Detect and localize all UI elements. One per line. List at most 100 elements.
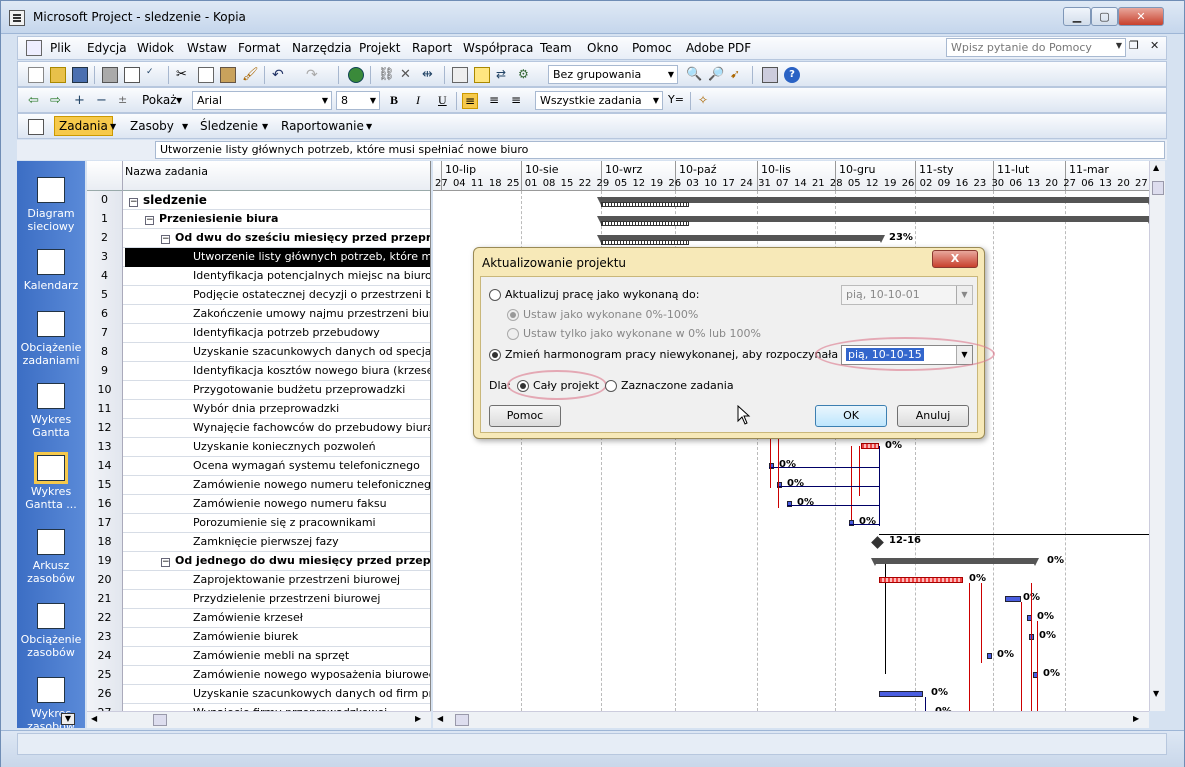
ok-button[interactable]: OK — [815, 405, 887, 427]
task-name-cell[interactable]: Przygotowanie budżetu przeprowadzki — [125, 381, 430, 400]
task-name-cell[interactable]: Uzyskanie szacunkowych danych od firm pr… — [125, 685, 430, 704]
task-name-cell[interactable]: Zamówienie nowego numeru telefonicznego — [125, 476, 430, 495]
chevron-down-icon[interactable]: ▼ — [262, 122, 268, 131]
task-name-cell[interactable]: Zamówienie krzeseł — [125, 609, 430, 628]
task-name-cell[interactable]: − sledzenie — [125, 191, 430, 210]
gantt-task-bar[interactable] — [849, 520, 854, 526]
menu-team[interactable]: Team — [540, 41, 572, 55]
collapse-icon[interactable]: − — [161, 558, 170, 567]
entry-field[interactable]: Utworzenie listy głównych potrzeb, które… — [155, 141, 1165, 159]
zoom-out-icon[interactable]: 🔎 — [708, 67, 724, 83]
table-row[interactable]: 17 Porozumienie się z pracownikami — [87, 514, 430, 533]
row-id[interactable]: 26 — [87, 685, 123, 704]
row-id[interactable]: 18 — [87, 533, 123, 552]
gantt-milestone[interactable] — [871, 536, 884, 549]
help-button[interactable]: Pomoc — [489, 405, 561, 427]
row-id[interactable]: 0 — [87, 191, 123, 210]
print-preview-icon[interactable] — [124, 67, 140, 83]
cut-icon[interactable]: ✂ — [176, 67, 192, 83]
project-guide-icon[interactable] — [28, 119, 44, 135]
align-center-icon[interactable]: ≡ — [486, 93, 502, 109]
gantt-task-bar[interactable] — [1005, 596, 1021, 602]
row-id[interactable]: 14 — [87, 457, 123, 476]
menu-widok[interactable]: Widok — [137, 41, 174, 55]
table-row[interactable]: 9 Identyfikacja kosztów nowego biura (krz… — [87, 362, 430, 381]
chevron-down-icon[interactable]: ▼ — [182, 122, 188, 131]
gantt-task-bar[interactable] — [787, 501, 792, 507]
copy-picture-icon[interactable] — [762, 67, 778, 83]
table-row[interactable]: 15 Zamówienie nowego numeru telefoniczneg… — [87, 476, 430, 495]
task-name-cell[interactable]: − Od dwu do sześciu miesięcy przed przepr… — [125, 229, 430, 248]
collapse-icon[interactable]: − — [129, 198, 138, 207]
project-app-icon[interactable] — [9, 10, 25, 26]
task-name-cell[interactable]: Zamówienie nowego wyposażenia biurowego — [125, 666, 430, 685]
restore-doc-icon[interactable]: ❐ — [1129, 39, 1139, 52]
redo-icon[interactable]: ↷ — [306, 67, 322, 83]
table-row[interactable]: 12 Wynajęcie fachowców do przebudowy biur… — [87, 419, 430, 438]
minimize-button[interactable]: ▁ — [1063, 7, 1091, 26]
view-gantt-chart[interactable]: Wykres Gantta — [17, 383, 85, 439]
task-name-cell[interactable]: Zaprojektowanie przestrzeni biurowej — [125, 571, 430, 590]
copy-icon[interactable] — [198, 67, 214, 83]
spelling-icon[interactable]: ✓ — [146, 67, 162, 83]
menu-raport[interactable]: Raport — [412, 41, 452, 55]
view-calendar[interactable]: Kalendarz — [17, 249, 85, 292]
row-id[interactable]: 21 — [87, 590, 123, 609]
outdent-icon[interactable]: ⇦ — [28, 93, 44, 109]
link-tasks-icon[interactable]: ⛓ — [378, 67, 395, 83]
grouping-select[interactable]: Bez grupowania ▼ — [548, 65, 678, 84]
row-id[interactable]: 23 — [87, 628, 123, 647]
task-name-cell[interactable]: Identyfikacja kosztów nowego biura (krze… — [125, 362, 430, 381]
gantt-baseline-bar[interactable] — [601, 202, 689, 207]
row-id[interactable]: 3 — [87, 248, 123, 267]
view-network-diagram[interactable]: Diagram sieciowy — [17, 177, 85, 233]
task-info-icon[interactable] — [452, 67, 468, 83]
table-row[interactable]: 20 Zaprojektowanie przestrzeni biurowej — [87, 571, 430, 590]
chevron-left-icon[interactable]: ◀ — [91, 714, 97, 723]
table-row[interactable]: 3 Utworzenie listy głównych potrzeb, któr… — [87, 248, 430, 267]
gantt-summary-bar[interactable] — [871, 558, 1039, 566]
chevron-up-icon[interactable]: ▲ — [1153, 163, 1159, 172]
indent-icon[interactable]: ⇨ — [50, 93, 66, 109]
row-id[interactable]: 16 — [87, 495, 123, 514]
gantt-task-bar[interactable] — [987, 653, 992, 659]
task-name-cell[interactable]: Wynajęcie fachowców do przebudowy biura — [125, 419, 430, 438]
filter-select[interactable]: Wszystkie zadania ▼ — [535, 91, 663, 110]
chevron-right-icon[interactable]: ▶ — [1133, 714, 1139, 723]
save-icon[interactable] — [72, 67, 88, 83]
italic-button[interactable]: I — [416, 93, 420, 108]
row-id[interactable]: 4 — [87, 267, 123, 286]
view-tracking-gantt[interactable]: Wykres Gantta ... — [17, 452, 85, 511]
table-row[interactable]: 16 Zamówienie nowego numeru faksu — [87, 495, 430, 514]
menu-narzedzia[interactable]: Narzędzia — [292, 41, 352, 55]
chevron-down-icon[interactable]: ▼ — [110, 122, 116, 131]
task-name-cell[interactable]: Identyfikacja potencjalnych miejsc na bi… — [125, 267, 430, 286]
table-row[interactable]: 19− Od jednego do dwu miesięcy przed prze… — [87, 552, 430, 571]
table-row[interactable]: 24 Zamówienie mebli na sprzęt — [87, 647, 430, 666]
globe-icon[interactable] — [348, 67, 364, 83]
task-name-cell[interactable]: Ocena wymagań systemu telefonicznego — [125, 457, 430, 476]
row-id[interactable]: 11 — [87, 400, 123, 419]
open-icon[interactable] — [50, 67, 66, 83]
row-id[interactable]: 6 — [87, 305, 123, 324]
table-row[interactable]: 5 Podjęcie ostatecznej decyzji o przestrz… — [87, 286, 430, 305]
new-icon[interactable] — [28, 67, 44, 83]
row-id[interactable]: 7 — [87, 324, 123, 343]
vertical-scrollbar[interactable]: ▲ ▼ — [1149, 161, 1165, 711]
resources-guide-button[interactable]: Zasoby — [130, 119, 174, 133]
menu-format[interactable]: Format — [238, 41, 280, 55]
table-row[interactable]: 18 Zamknięcie pierwszej fazy — [87, 533, 430, 552]
gantt-baseline-bar[interactable] — [601, 221, 689, 226]
table-row[interactable]: 7 Identyfikacja potrzeb przebudowy — [87, 324, 430, 343]
format-painter-icon[interactable]: 🖌 — [242, 67, 259, 83]
table-row[interactable]: 6 Zakończenie umowy najmu przestrzeni biu… — [87, 305, 430, 324]
table-row[interactable]: 13 Uzyskanie koniecznych pozwoleń — [87, 438, 430, 457]
document-icon[interactable] — [26, 40, 42, 56]
task-name-cell[interactable]: Zakończenie umowy najmu przestrzeni biur… — [125, 305, 430, 324]
dialog-close-button[interactable]: X — [932, 250, 978, 268]
gantt-task-bar[interactable] — [879, 577, 963, 583]
menu-pomoc[interactable]: Pomoc — [632, 41, 672, 55]
table-row[interactable]: 8 Uzyskanie szacunkowych danych od specja… — [87, 343, 430, 362]
unlink-tasks-icon[interactable]: ✕ — [400, 67, 416, 83]
row-id[interactable]: 2 — [87, 229, 123, 248]
